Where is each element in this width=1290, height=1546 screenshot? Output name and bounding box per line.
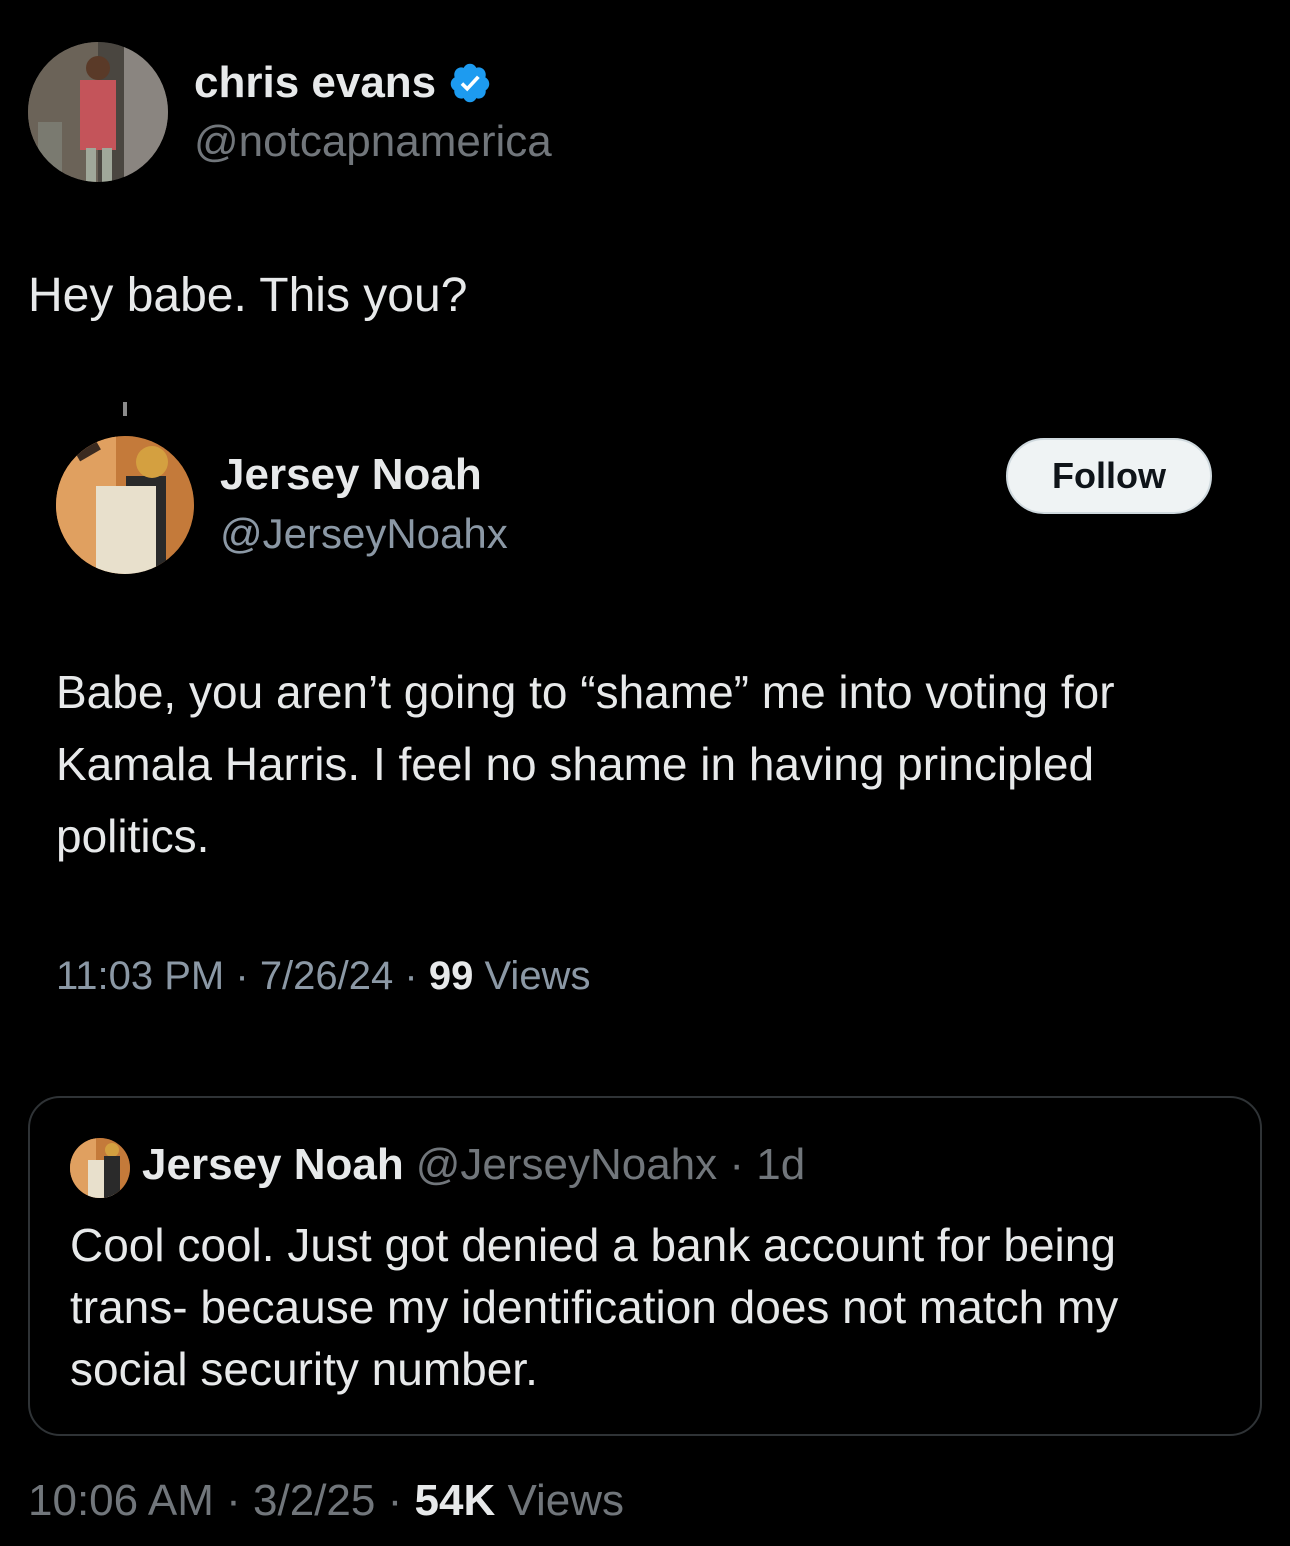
author-name-row[interactable]: chris evans	[194, 58, 492, 108]
author-avatar[interactable]	[28, 42, 168, 182]
screenshot-views-label: Views	[484, 954, 591, 998]
avatar-photo-icon	[70, 1138, 130, 1198]
screenshot-time: 11:03 PM	[56, 954, 225, 998]
separator-dot: ·	[235, 954, 260, 998]
thread-connector	[123, 402, 127, 416]
author-handle[interactable]: @notcapnamerica	[194, 117, 552, 167]
tweet-date[interactable]: 3/2/25	[253, 1476, 375, 1525]
quote-author-handle: @JerseyNoahx	[415, 1140, 718, 1189]
quote-author-name: Jersey Noah	[142, 1140, 404, 1189]
tweet-views-count[interactable]: 54K	[415, 1476, 496, 1525]
screenshot-views-count: 99	[428, 954, 474, 998]
quote-header: Jersey Noah @JerseyNoahx · 1d	[142, 1140, 805, 1190]
quote-age: 1d	[756, 1140, 806, 1189]
quote-avatar	[70, 1138, 130, 1198]
separator-dot: ·	[226, 1476, 254, 1525]
tweet-time[interactable]: 10:06 AM	[28, 1476, 214, 1525]
screenshot-author-handle: @JerseyNoahx	[220, 510, 508, 557]
screenshot-author-name: Jersey Noah	[220, 450, 482, 499]
quote-tweet-text: Cool cool. Just got denied a bank accoun…	[70, 1219, 1119, 1395]
verified-badge-icon	[450, 63, 490, 103]
avatar-photo-icon	[56, 436, 194, 574]
follow-button: Follow	[1006, 438, 1212, 514]
separator-dot: ·	[387, 1476, 415, 1525]
tweet-text: Hey babe. This you?	[28, 269, 468, 322]
screenshot-date: 7/26/24	[259, 954, 394, 998]
author-name[interactable]: chris evans	[194, 58, 436, 108]
separator-dot: ·	[717, 1140, 757, 1189]
quote-tweet-card[interactable]: Jersey Noah @JerseyNoahx · 1d Cool cool. …	[28, 1096, 1262, 1436]
separator-dot: ·	[404, 954, 429, 998]
tweet-meta: 10:06 AM · 3/2/25 · 54K Views	[28, 1476, 624, 1526]
tweet-detail: chris evans @notcapnamerica Hey babe. Th…	[0, 0, 1290, 1546]
screenshot-tweet-text: Babe, you aren’t going to “shame” me int…	[56, 666, 1115, 862]
screenshot-avatar	[56, 436, 194, 574]
tweet-views-label[interactable]: Views	[507, 1476, 624, 1525]
screenshot-tweet-meta: 11:03 PM · 7/26/24 · 99 Views	[56, 954, 590, 999]
avatar-photo-icon	[28, 42, 168, 182]
